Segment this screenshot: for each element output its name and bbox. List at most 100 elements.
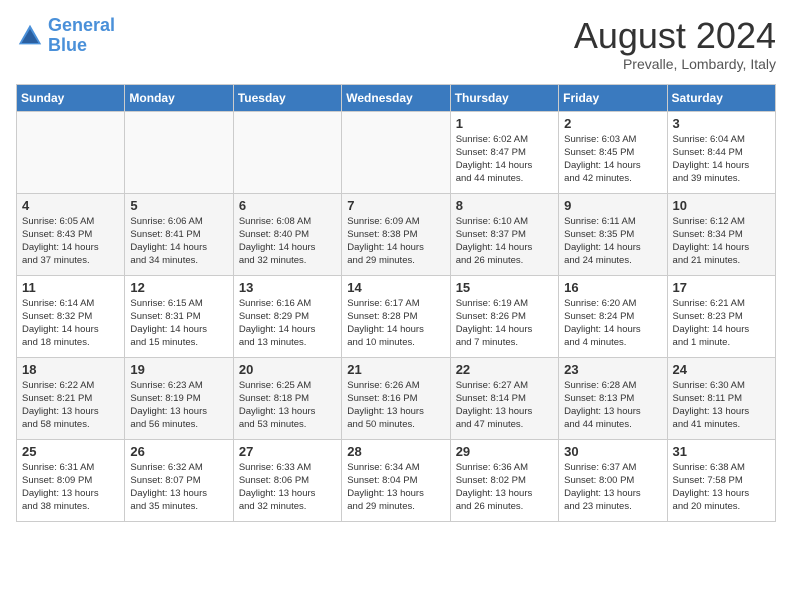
calendar-cell: 27 Sunrise: 6:33 AM Sunset: 8:06 PM Dayli… [233,439,341,521]
calendar-cell: 3Sunrise: 6:04 AM Sunset: 8:44 PM Daylig… [667,111,775,193]
calendar-table: SundayMondayTuesdayWednesdayThursdayFrid… [16,84,776,522]
calendar-week-2: 4Sunrise: 6:05 AM Sunset: 8:43 PM Daylig… [17,193,776,275]
calendar-week-3: 11 Sunrise: 6:14 AM Sunset: 8:32 PM Dayli… [17,275,776,357]
day-info: Sunrise: 6:36 AM Sunset: 8:02 PM Dayligh… [456,461,553,514]
day-header-thursday: Thursday [450,84,558,111]
calendar-cell: 29 Sunrise: 6:36 AM Sunset: 8:02 PM Dayli… [450,439,558,521]
day-number: 29 [456,444,553,459]
day-number: 15 [456,280,553,295]
day-number: 26 [130,444,227,459]
day-info: Sunrise: 6:03 AM Sunset: 8:45 PM Dayligh… [564,133,661,186]
calendar-cell: 31 Sunrise: 6:38 AM Sunset: 7:58 PM Dayli… [667,439,775,521]
day-number: 11 [22,280,119,295]
day-info: Sunrise: 6:19 AM Sunset: 8:26 PM Dayligh… [456,297,553,350]
day-info: Sunrise: 6:23 AM Sunset: 8:19 PM Dayligh… [130,379,227,432]
day-info: Sunrise: 6:14 AM Sunset: 8:32 PM Dayligh… [22,297,119,350]
day-number: 10 [673,198,770,213]
calendar-cell [342,111,450,193]
day-number: 31 [673,444,770,459]
calendar-cell: 6 Sunrise: 6:08 AM Sunset: 8:40 PM Daylig… [233,193,341,275]
title-block: August 2024 Prevalle, Lombardy, Italy [574,16,776,72]
day-number: 14 [347,280,444,295]
logo-icon [16,22,44,50]
day-header-wednesday: Wednesday [342,84,450,111]
day-number: 8 [456,198,553,213]
logo-line2: Blue [48,35,87,55]
day-info: Sunrise: 6:30 AM Sunset: 8:11 PM Dayligh… [673,379,770,432]
day-number: 6 [239,198,336,213]
day-number: 25 [22,444,119,459]
day-info: Sunrise: 6:11 AM Sunset: 8:35 PM Dayligh… [564,215,661,268]
calendar-cell: 4Sunrise: 6:05 AM Sunset: 8:43 PM Daylig… [17,193,125,275]
day-header-tuesday: Tuesday [233,84,341,111]
day-number: 20 [239,362,336,377]
day-info: Sunrise: 6:21 AM Sunset: 8:23 PM Dayligh… [673,297,770,350]
day-info: Sunrise: 6:20 AM Sunset: 8:24 PM Dayligh… [564,297,661,350]
calendar-cell [17,111,125,193]
calendar-week-1: 1Sunrise: 6:02 AM Sunset: 8:47 PM Daylig… [17,111,776,193]
day-number: 7 [347,198,444,213]
day-number: 9 [564,198,661,213]
day-info: Sunrise: 6:17 AM Sunset: 8:28 PM Dayligh… [347,297,444,350]
calendar-cell: 26 Sunrise: 6:32 AM Sunset: 8:07 PM Dayli… [125,439,233,521]
day-number: 19 [130,362,227,377]
logo-line1: General [48,15,115,35]
calendar-cell: 10 Sunrise: 6:12 AM Sunset: 8:34 PM Dayli… [667,193,775,275]
day-number: 16 [564,280,661,295]
day-info: Sunrise: 6:08 AM Sunset: 8:40 PM Dayligh… [239,215,336,268]
day-info: Sunrise: 6:16 AM Sunset: 8:29 PM Dayligh… [239,297,336,350]
calendar-week-5: 25 Sunrise: 6:31 AM Sunset: 8:09 PM Dayli… [17,439,776,521]
day-number: 5 [130,198,227,213]
day-info: Sunrise: 6:37 AM Sunset: 8:00 PM Dayligh… [564,461,661,514]
calendar-cell: 17 Sunrise: 6:21 AM Sunset: 8:23 PM Dayli… [667,275,775,357]
day-header-friday: Friday [559,84,667,111]
calendar-cell: 9 Sunrise: 6:11 AM Sunset: 8:35 PM Daylig… [559,193,667,275]
day-header-monday: Monday [125,84,233,111]
day-info: Sunrise: 6:33 AM Sunset: 8:06 PM Dayligh… [239,461,336,514]
day-info: Sunrise: 6:02 AM Sunset: 8:47 PM Dayligh… [456,133,553,186]
calendar-cell: 1Sunrise: 6:02 AM Sunset: 8:47 PM Daylig… [450,111,558,193]
day-number: 30 [564,444,661,459]
day-info: Sunrise: 6:15 AM Sunset: 8:31 PM Dayligh… [130,297,227,350]
calendar-header-row: SundayMondayTuesdayWednesdayThursdayFrid… [17,84,776,111]
day-header-sunday: Sunday [17,84,125,111]
page-header: General Blue August 2024 Prevalle, Lomba… [16,16,776,72]
calendar-cell: 8Sunrise: 6:10 AM Sunset: 8:37 PM Daylig… [450,193,558,275]
day-number: 24 [673,362,770,377]
day-info: Sunrise: 6:38 AM Sunset: 7:58 PM Dayligh… [673,461,770,514]
calendar-cell: 16 Sunrise: 6:20 AM Sunset: 8:24 PM Dayli… [559,275,667,357]
day-info: Sunrise: 6:26 AM Sunset: 8:16 PM Dayligh… [347,379,444,432]
calendar-cell: 5Sunrise: 6:06 AM Sunset: 8:41 PM Daylig… [125,193,233,275]
day-number: 21 [347,362,444,377]
day-info: Sunrise: 6:28 AM Sunset: 8:13 PM Dayligh… [564,379,661,432]
calendar-cell: 13Sunrise: 6:16 AM Sunset: 8:29 PM Dayli… [233,275,341,357]
calendar-cell: 14 Sunrise: 6:17 AM Sunset: 8:28 PM Dayli… [342,275,450,357]
day-number: 28 [347,444,444,459]
day-number: 18 [22,362,119,377]
calendar-cell: 25 Sunrise: 6:31 AM Sunset: 8:09 PM Dayli… [17,439,125,521]
day-number: 17 [673,280,770,295]
location: Prevalle, Lombardy, Italy [574,56,776,72]
day-info: Sunrise: 6:32 AM Sunset: 8:07 PM Dayligh… [130,461,227,514]
day-number: 27 [239,444,336,459]
day-info: Sunrise: 6:12 AM Sunset: 8:34 PM Dayligh… [673,215,770,268]
day-info: Sunrise: 6:27 AM Sunset: 8:14 PM Dayligh… [456,379,553,432]
day-number: 2 [564,116,661,131]
day-info: Sunrise: 6:09 AM Sunset: 8:38 PM Dayligh… [347,215,444,268]
calendar-cell: 7 Sunrise: 6:09 AM Sunset: 8:38 PM Daylig… [342,193,450,275]
calendar-cell: 18Sunrise: 6:22 AM Sunset: 8:21 PM Dayli… [17,357,125,439]
calendar-cell: 24 Sunrise: 6:30 AM Sunset: 8:11 PM Dayli… [667,357,775,439]
calendar-cell: 21 Sunrise: 6:26 AM Sunset: 8:16 PM Dayli… [342,357,450,439]
day-info: Sunrise: 6:31 AM Sunset: 8:09 PM Dayligh… [22,461,119,514]
calendar-week-4: 18Sunrise: 6:22 AM Sunset: 8:21 PM Dayli… [17,357,776,439]
month-year: August 2024 [574,16,776,56]
calendar-cell: 2 Sunrise: 6:03 AM Sunset: 8:45 PM Daylig… [559,111,667,193]
day-number: 22 [456,362,553,377]
calendar-cell: 23Sunrise: 6:28 AM Sunset: 8:13 PM Dayli… [559,357,667,439]
logo-text: General Blue [48,16,115,56]
day-header-saturday: Saturday [667,84,775,111]
calendar-cell: 28Sunrise: 6:34 AM Sunset: 8:04 PM Dayli… [342,439,450,521]
day-number: 12 [130,280,227,295]
calendar-cell: 22 Sunrise: 6:27 AM Sunset: 8:14 PM Dayli… [450,357,558,439]
day-info: Sunrise: 6:05 AM Sunset: 8:43 PM Dayligh… [22,215,119,268]
